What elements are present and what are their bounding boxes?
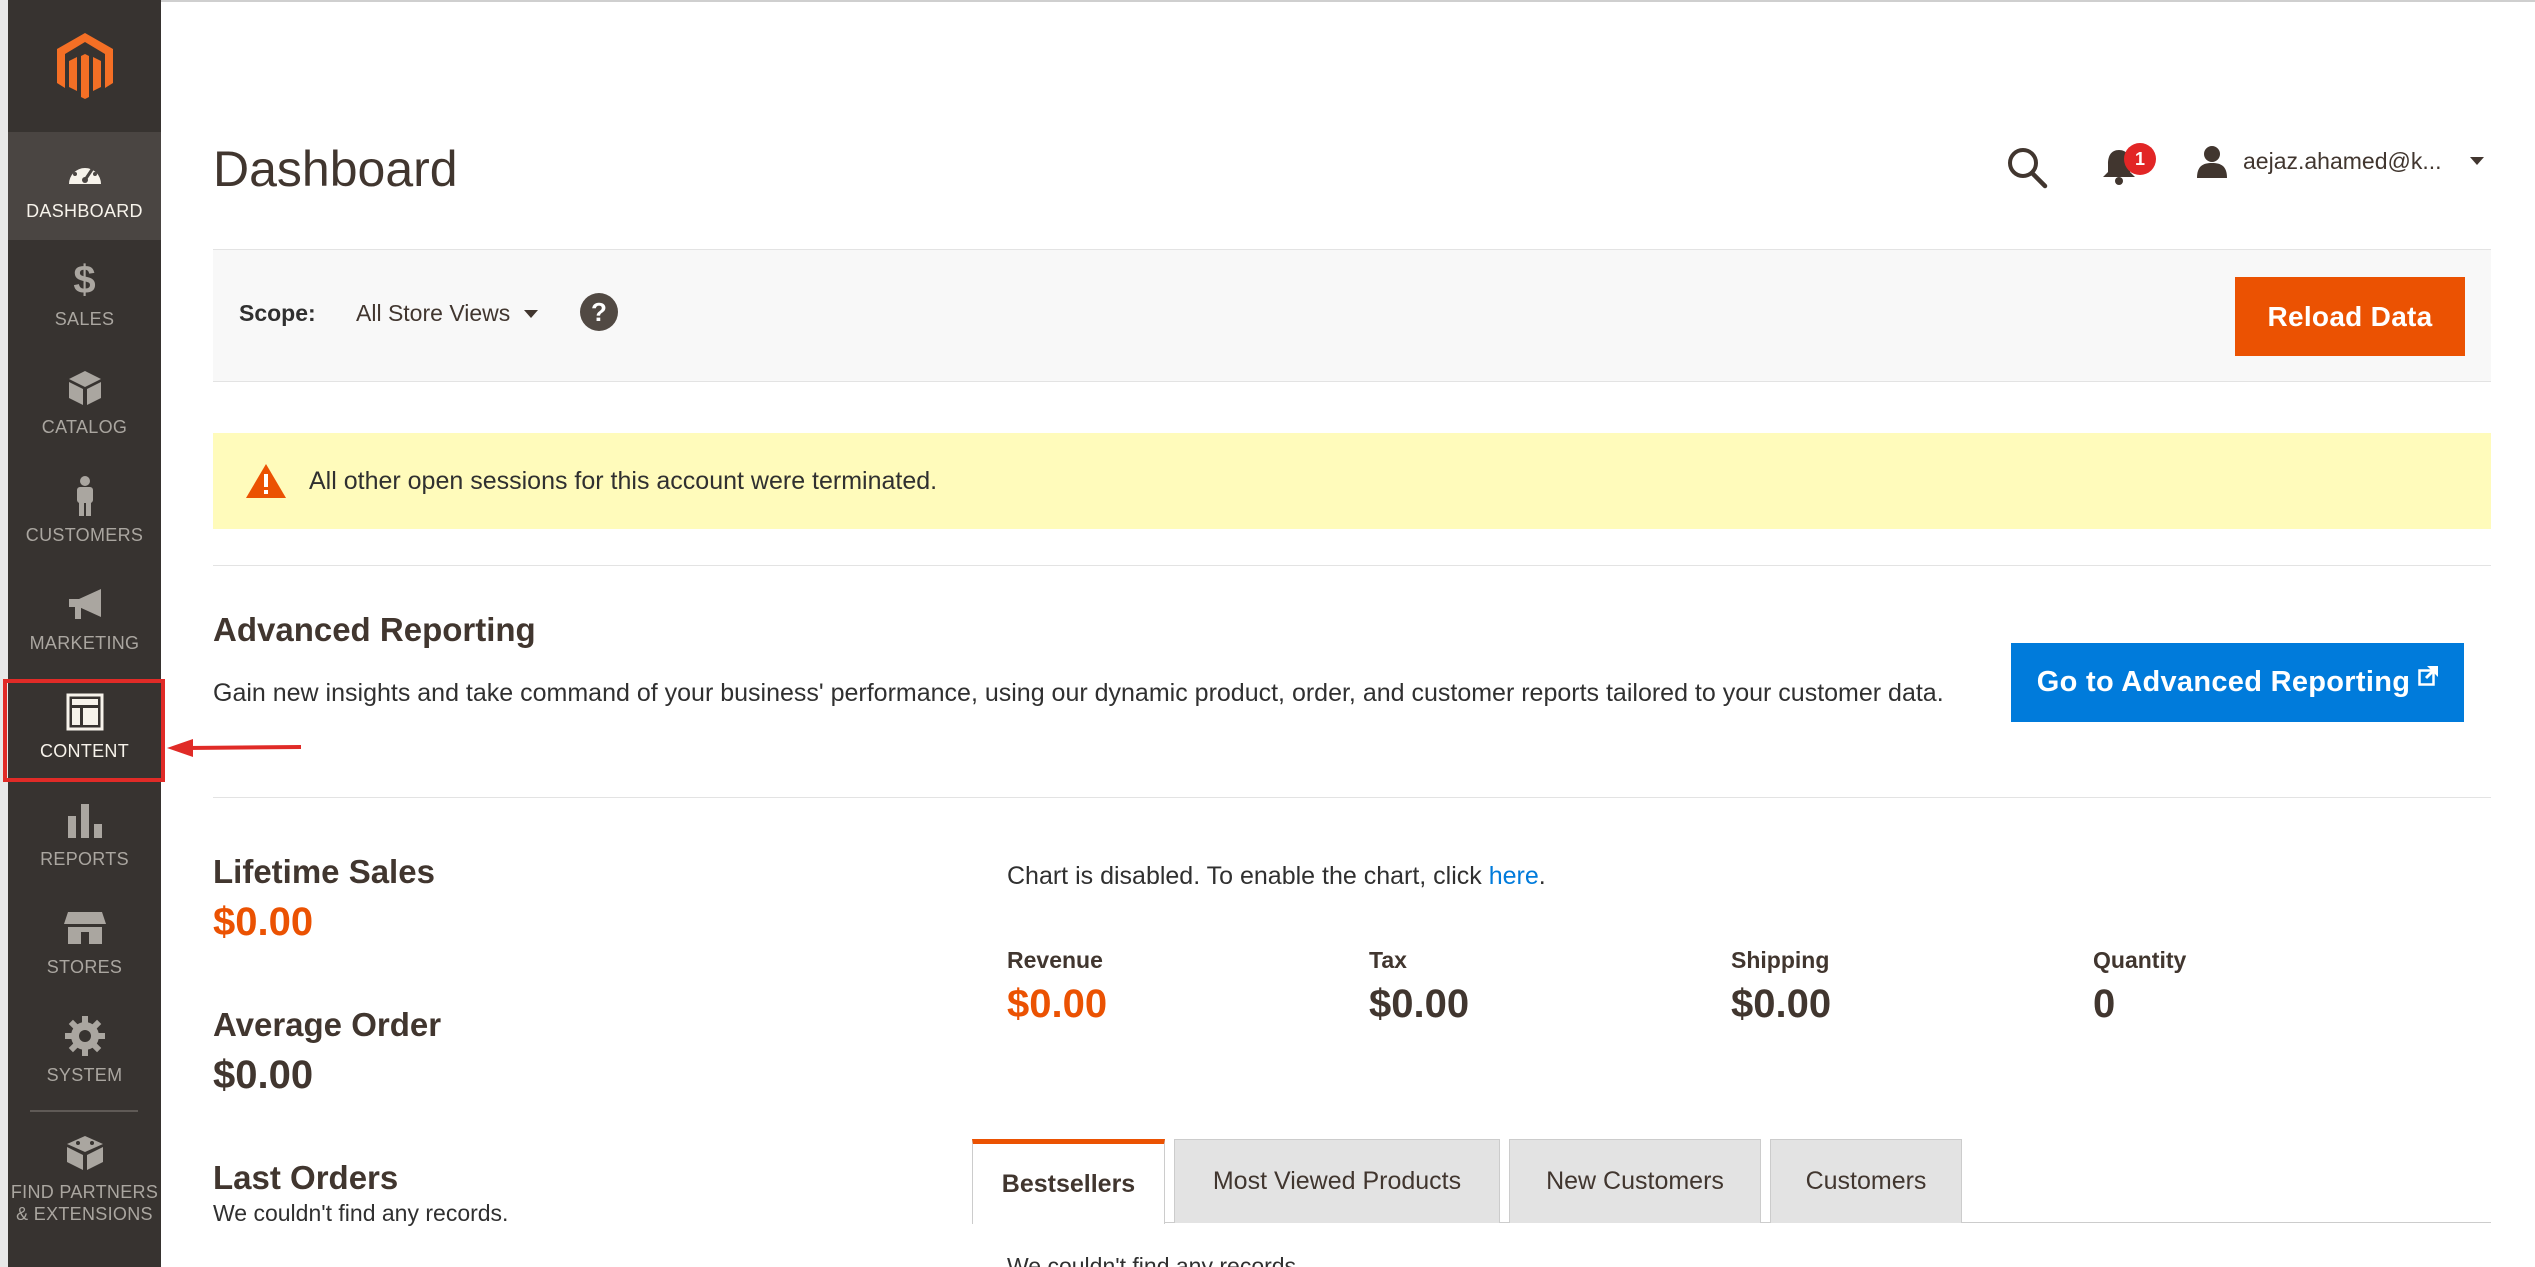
lifetime-sales-value: $0.00 (213, 900, 314, 944)
box-icon (63, 366, 107, 410)
dollar-icon: $ (73, 257, 96, 302)
average-order-value: $0.00 (213, 1053, 314, 1097)
annotation-arrow-icon (167, 739, 302, 757)
dashboard-icon (63, 150, 107, 194)
scope-bar: Scope: All Store Views ? Reload Data (213, 249, 2491, 382)
chart-disabled-message: Chart is disabled. To enable the chart, … (1007, 862, 1546, 891)
admin-sidebar: DASHBOARD $ SALES CATALOG CUSTOMERS MARK… (0, 0, 161, 1267)
user-name: aejaz.ahamed@k... (2243, 147, 2442, 174)
sidebar-item-sales[interactable]: $ SALES (8, 240, 161, 348)
shipping-value: $0.00 (1731, 982, 1832, 1026)
sidebar-item-customers[interactable]: CUSTOMERS (8, 456, 161, 564)
sidebar-divider (30, 1110, 138, 1112)
sidebar-item-system[interactable]: SYSTEM (8, 996, 161, 1104)
advanced-reporting-title: Advanced Reporting (213, 611, 536, 648)
reload-data-button[interactable]: Reload Data (2235, 277, 2465, 356)
sidebar-item-label: DASHBOARD (26, 201, 143, 221)
lifetime-sales-label: Lifetime Sales (213, 853, 435, 890)
tab-bestsellers[interactable]: Bestsellers (972, 1139, 1165, 1224)
content-highlight-box (3, 679, 165, 782)
sidebar-item-label: FIND PARTNERS & EXTENSIONS (10, 1182, 159, 1224)
last-orders-empty-text: We couldn't find any records. (213, 1200, 509, 1226)
sidebar-item-label: CUSTOMERS (25, 525, 144, 545)
help-icon[interactable]: ? (580, 293, 618, 331)
scope-selected: All Store Views (356, 300, 511, 326)
average-order-label: Average Order (213, 1006, 442, 1043)
quantity-value: 0 (2093, 982, 2116, 1026)
tax-value: $0.00 (1369, 982, 1470, 1026)
user-account-menu[interactable]: aejaz.ahamed@k... (2195, 144, 2484, 178)
storefront-icon (63, 906, 107, 950)
bar-chart-icon (63, 798, 107, 842)
sidebar-item-label: CATALOG (41, 417, 128, 437)
divider (213, 565, 2491, 566)
sidebar-edge (0, 0, 8, 1267)
tab-content-empty-text: We couldn't find any records. (1007, 1253, 1303, 1267)
sidebar-item-find-partners[interactable]: FIND PARTNERS & EXTENSIONS (8, 1118, 161, 1238)
tab-customers[interactable]: Customers (1770, 1139, 1962, 1223)
chart-disabled-suffix: . (1538, 862, 1546, 890)
go-to-advanced-reporting-button[interactable]: Go to Advanced Reporting (2011, 643, 2464, 722)
chevron-down-icon (524, 309, 539, 318)
scope-switcher[interactable]: All Store Views (356, 300, 539, 327)
notifications-count-badge[interactable]: 1 (2124, 143, 2156, 175)
divider (213, 797, 2491, 798)
sidebar-item-label: SYSTEM (46, 1065, 123, 1085)
sidebar-item-catalog[interactable]: CATALOG (8, 348, 161, 456)
sidebar-item-dashboard[interactable]: DASHBOARD (8, 132, 161, 240)
shipping-label: Shipping (1731, 947, 1830, 973)
warning-message-text: All other open sessions for this account… (309, 466, 938, 495)
chart-disabled-text: Chart is disabled. To enable the chart, … (1007, 862, 1489, 890)
revenue-label: Revenue (1007, 947, 1103, 973)
magento-logo[interactable] (8, 0, 161, 132)
tax-label: Tax (1369, 947, 1407, 973)
top-border (0, 0, 2535, 2)
magento-logo-icon (56, 33, 113, 99)
search-icon[interactable] (2005, 145, 2049, 189)
warning-message: All other open sessions for this account… (213, 433, 2491, 529)
sidebar-item-label: STORES (46, 957, 123, 977)
chevron-down-icon (2469, 157, 2484, 165)
tab-new-customers[interactable]: New Customers (1509, 1139, 1761, 1223)
sidebar-item-label: SALES (54, 309, 115, 329)
advanced-reporting-description: Gain new insights and take command of yo… (213, 679, 1944, 707)
advanced-reporting-button-label: Go to Advanced Reporting (2036, 666, 2411, 698)
sidebar-item-reports[interactable]: REPORTS (8, 780, 161, 888)
sidebar-item-marketing[interactable]: MARKETING (8, 564, 161, 672)
quantity-label: Quantity (2093, 947, 2187, 973)
scope-label: Scope: (239, 300, 316, 326)
revenue-value: $0.00 (1007, 982, 1108, 1026)
last-orders-label: Last Orders (213, 1159, 399, 1196)
user-avatar-icon (2197, 146, 2227, 178)
gear-icon (63, 1014, 107, 1058)
enable-chart-link[interactable]: here (1489, 862, 1539, 890)
tab-most-viewed-products[interactable]: Most Viewed Products (1174, 1139, 1500, 1223)
person-icon (63, 474, 107, 518)
sidebar-item-stores[interactable]: STORES (8, 888, 161, 996)
sidebar-item-label: REPORTS (40, 849, 129, 869)
page-title: Dashboard (213, 141, 458, 197)
megaphone-icon (63, 582, 107, 626)
external-link-icon (2418, 665, 2439, 686)
blocks-icon (63, 1131, 107, 1175)
sidebar-item-label: MARKETING (29, 633, 140, 653)
warning-icon (246, 464, 286, 498)
